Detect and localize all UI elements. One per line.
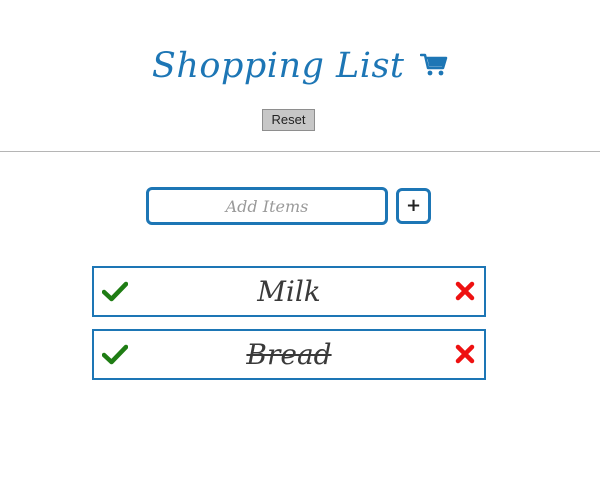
cart-icon (420, 53, 448, 75)
item-label: Milk (257, 275, 321, 308)
list-item: Bread (92, 329, 486, 380)
add-item-input[interactable] (146, 187, 388, 225)
reset-button[interactable]: Reset (262, 109, 315, 131)
close-icon[interactable] (455, 281, 475, 301)
shopping-list-app: Shopping List Reset + Milk Bread (0, 0, 600, 500)
page-title: Shopping List (0, 44, 600, 88)
close-icon[interactable] (455, 344, 475, 364)
page-title-text: Shopping List (151, 46, 405, 86)
check-icon[interactable] (102, 344, 128, 366)
item-label: Bread (246, 338, 332, 371)
list-item: Milk (92, 266, 486, 317)
check-icon[interactable] (102, 281, 128, 303)
add-item-button[interactable]: + (396, 188, 431, 224)
header: Shopping List Reset (0, 0, 600, 152)
